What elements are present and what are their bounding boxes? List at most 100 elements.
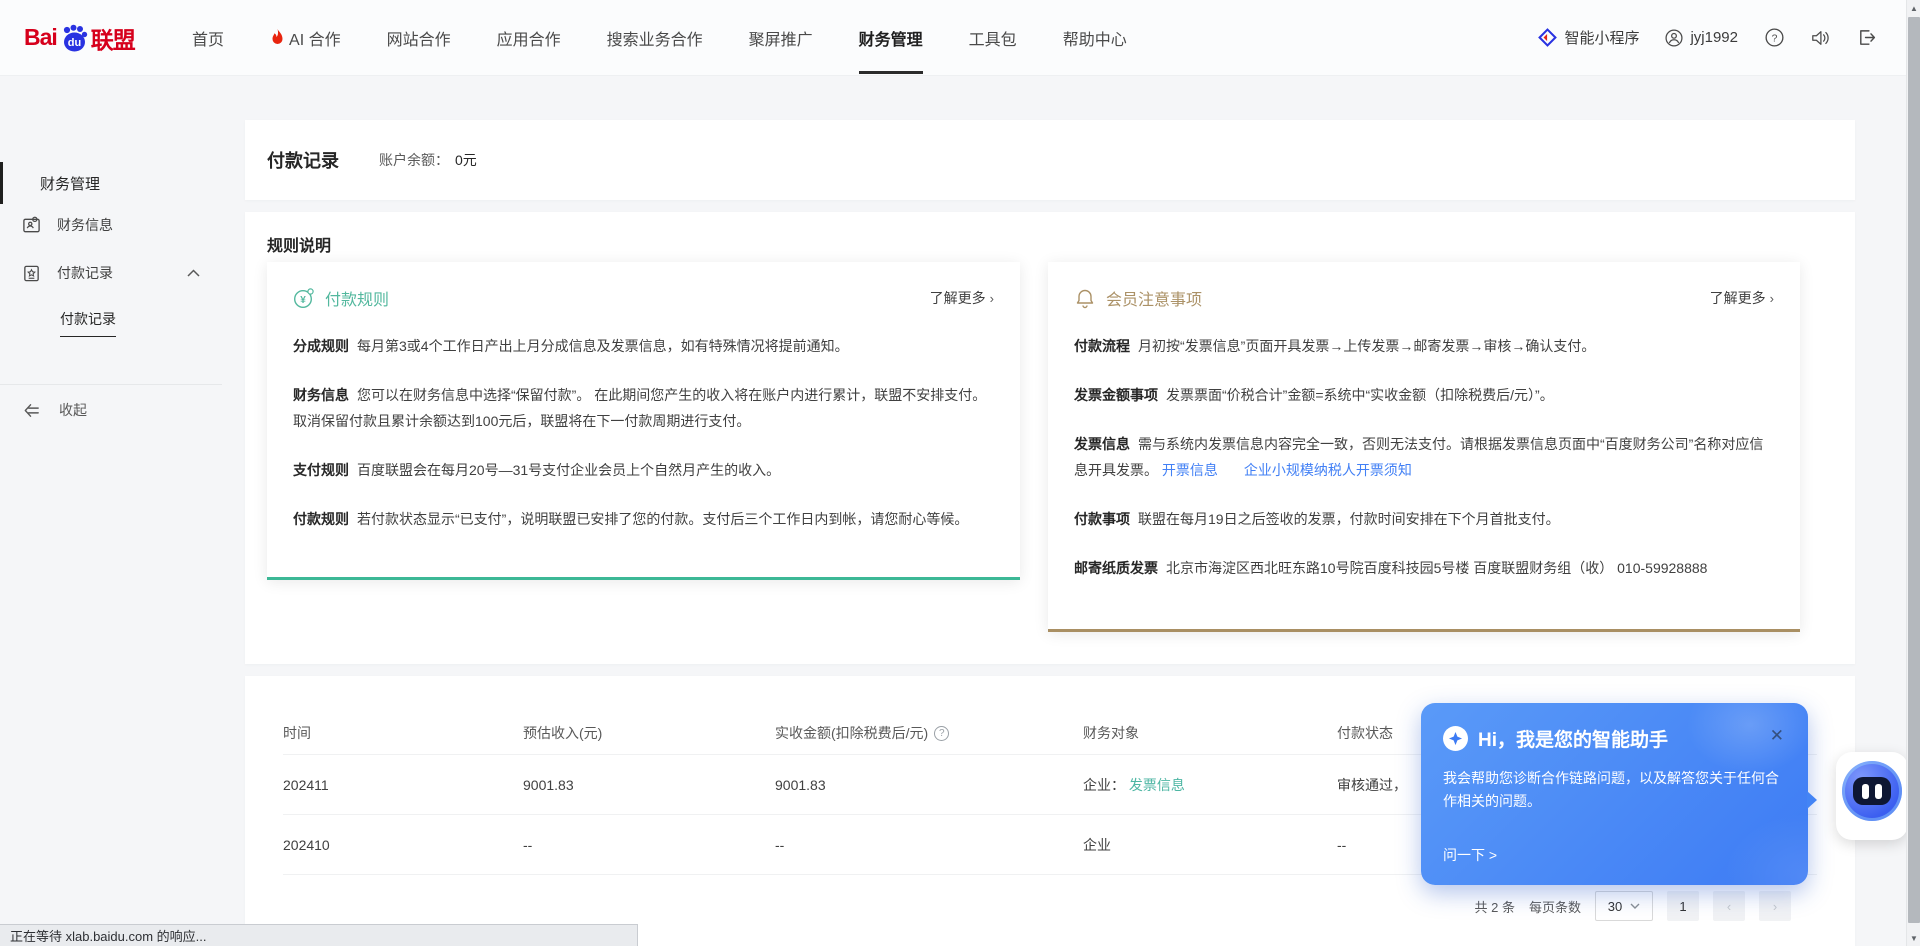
nav-item-search-biz[interactable]: 搜索业务合作 <box>607 0 703 76</box>
col-finance-target: 财务对象 <box>1083 723 1337 743</box>
page-title: 付款记录 <box>267 147 339 173</box>
mini-program-icon <box>1538 28 1557 47</box>
svg-text:du: du <box>68 37 81 49</box>
cell-target: 企业 <box>1083 835 1337 855</box>
balance-value: 0元 <box>455 152 477 168</box>
browser-status-bar: 正在等待 xlab.baidu.com 的响应... <box>0 924 638 946</box>
per-page-label: 每页条数 <box>1529 897 1581 916</box>
nav-item-finance[interactable]: 财务管理 <box>859 0 923 76</box>
rule-item: 财务信息您可以在财务信息中选择“保留付款”。 在此期间您产生的收入将在账户内进行… <box>293 382 994 434</box>
cell-time: 202410 <box>283 837 523 853</box>
collapse-icon <box>22 401 41 420</box>
nav-item-toolkit[interactable]: 工具包 <box>969 0 1017 76</box>
rule-item: 付款事项联盟在每月19日之后签收的发票，付款时间安排在下个月首批支付。 <box>1074 506 1774 532</box>
page-number-button[interactable]: 1 <box>1667 891 1699 921</box>
assistant-title: Hi，我是您的智能助手 <box>1478 725 1668 752</box>
main-menu: 首页 AI 合作 网站合作 应用合作 搜索业务合作 聚屏推广 财务管理 工具包 … <box>192 0 1127 76</box>
nav-item-home[interactable]: 首页 <box>192 0 224 76</box>
column-help-icon[interactable]: ? <box>934 726 949 741</box>
top-navigation: Bai du 联盟 首页 AI 合作 网站合作 应用合作 搜索业务合作 聚屏推广… <box>0 0 1920 76</box>
per-page-select[interactable]: 30 <box>1595 891 1653 921</box>
prev-page-button[interactable]: ‹ <box>1713 891 1745 921</box>
col-estimated-income: 预估收入(元) <box>523 723 775 743</box>
mini-program-entry[interactable]: 智能小程序 <box>1538 27 1639 48</box>
invoice-info-table-link[interactable]: 发票信息 <box>1129 777 1185 793</box>
finance-info-icon <box>22 216 41 235</box>
rule-item: 邮寄纸质发票北京市海淀区西北旺东路10号院百度科技园5号楼 百度联盟财务组（收）… <box>1074 555 1774 581</box>
nav-item-help[interactable]: 帮助中心 <box>1063 0 1127 76</box>
close-icon[interactable]: ✕ <box>1770 727 1784 744</box>
payment-rules-card: ¥ 付款规则 了解更多› 分成规则每月第3或4个工作日产出上月分成信息及发票信息… <box>267 262 1020 580</box>
sidebar-subitem-payment-records[interactable]: 付款记录 <box>0 307 116 339</box>
chevron-down-icon <box>1630 903 1640 909</box>
member-notice-card: 会员注意事项 了解更多› 付款流程月初按“发票信息”页面开具发票→上传发票→邮寄… <box>1048 262 1800 632</box>
col-actual-amount: 实收金额(扣除税费后/元) ? <box>775 723 1083 743</box>
rule-item: 发票金额事项发票票面“价税合计”金额=系统中“实收金额（扣除税费后/元）”。 <box>1074 382 1774 408</box>
pagination: 共 2 条 每页条数 30 1 ‹ › <box>283 891 1817 921</box>
sidebar-collapse-button[interactable]: 收起 <box>0 392 87 428</box>
sidebar-divider <box>0 384 222 385</box>
logout-icon[interactable] <box>1856 28 1876 48</box>
logo-text-union: 联盟 <box>91 21 135 55</box>
cell-estimated: -- <box>523 837 775 853</box>
next-page-button[interactable]: › <box>1759 891 1791 921</box>
topnav-right-area: 智能小程序 jyj1992 ? <box>1538 27 1876 48</box>
rule-item: 分成规则每月第3或4个工作日产出上月分成信息及发票信息，如有特殊情况将提前通知。 <box>293 333 994 359</box>
rules-section-title: 规则说明 <box>267 232 331 256</box>
cell-estimated: 9001.83 <box>523 777 775 793</box>
nav-item-screen-ads[interactable]: 聚屏推广 <box>749 0 813 76</box>
sidebar-item-payment-records[interactable]: 付款记录 <box>0 253 200 293</box>
member-notice-title: 会员注意事项 <box>1106 286 1202 310</box>
bell-icon <box>1074 287 1096 309</box>
pagination-total: 共 2 条 <box>1475 897 1515 916</box>
flame-icon <box>270 29 285 46</box>
vertical-scrollbar[interactable]: ▲ ▼ <box>1906 0 1920 946</box>
assistant-popup: Hi，我是您的智能助手 ✕ 我会帮助您诊断合作链路问题，以及解答您关于任何合作相… <box>1421 703 1808 885</box>
robot-icon <box>1842 761 1902 821</box>
chevron-right-icon: › <box>990 291 994 306</box>
chevron-up-icon <box>187 269 200 277</box>
rule-item: 支付规则百度联盟会在每月20号—31号支付企业会员上个自然月产生的收入。 <box>293 457 994 483</box>
scroll-down-arrow[interactable]: ▼ <box>1907 930 1920 946</box>
chevron-right-icon: › <box>1770 291 1774 306</box>
cell-target: 企业： 发票信息 <box>1083 775 1337 795</box>
nav-item-app[interactable]: 应用合作 <box>497 0 561 76</box>
cell-actual: -- <box>775 837 1083 853</box>
rule-item: 付款规则若付款状态显示“已支付”，说明联盟已安排了您的付款。支付后三个工作日内到… <box>293 506 994 532</box>
assistant-message: 我会帮助您诊断合作链路问题，以及解答您关于任何合作相关的问题。 <box>1421 752 1808 813</box>
svg-text:?: ? <box>1771 33 1777 44</box>
member-notice-more-link[interactable]: 了解更多› <box>1710 288 1774 308</box>
help-icon[interactable]: ? <box>1764 28 1784 48</box>
payment-rules-more-link[interactable]: 了解更多› <box>930 288 994 308</box>
rule-item: 发票信息需与系统内发票信息内容完全一致，否则无法支付。请根据发票信息页面中“百度… <box>1074 431 1774 483</box>
baidu-paw-icon: du <box>57 22 91 54</box>
col-time: 时间 <box>283 723 523 743</box>
cell-time: 202411 <box>283 777 523 793</box>
user-icon <box>1665 29 1683 47</box>
sidebar-item-finance-info[interactable]: 财务信息 <box>0 205 113 245</box>
payment-rules-title: 付款规则 <box>325 286 389 310</box>
sidebar: 财务管理 财务信息 付款记录 付款记录 收起 <box>0 76 245 946</box>
payment-records-icon <box>22 264 41 283</box>
scroll-up-arrow[interactable]: ▲ <box>1907 0 1920 16</box>
baidu-union-logo[interactable]: Bai du 联盟 <box>24 21 154 55</box>
nav-item-website[interactable]: 网站合作 <box>387 0 451 76</box>
coin-yuan-icon: ¥ <box>293 287 315 309</box>
scrollbar-thumb[interactable] <box>1908 17 1920 923</box>
account-balance: 账户余额：0元 <box>379 150 477 170</box>
invoice-info-link[interactable]: 开票信息 <box>1162 462 1218 478</box>
nav-item-ai[interactable]: AI 合作 <box>270 0 341 76</box>
sound-icon[interactable] <box>1810 28 1830 48</box>
user-account[interactable]: jyj1992 <box>1665 29 1738 47</box>
ask-now-link[interactable]: 问一下 > <box>1443 845 1497 865</box>
assistant-compass-icon <box>1443 726 1468 751</box>
cell-actual: 9001.83 <box>775 777 1083 793</box>
assistant-robot-avatar[interactable] <box>1836 752 1908 840</box>
sidebar-section-finance[interactable]: 财务管理 <box>0 163 245 203</box>
rules-section-card: 规则说明 ¥ 付款规则 了解更多› 分成规则每月第3或4个工作日产出上月分成信息… <box>245 212 1855 664</box>
small-taxpayer-notice-link[interactable]: 企业小规模纳税人开票须知 <box>1244 462 1412 478</box>
status-text: 正在等待 xlab.baidu.com 的响应... <box>10 926 207 945</box>
logo-text-bai: Bai <box>24 24 57 51</box>
page-header-card: 付款记录 账户余额：0元 <box>245 120 1855 200</box>
svg-text:¥: ¥ <box>300 295 306 306</box>
